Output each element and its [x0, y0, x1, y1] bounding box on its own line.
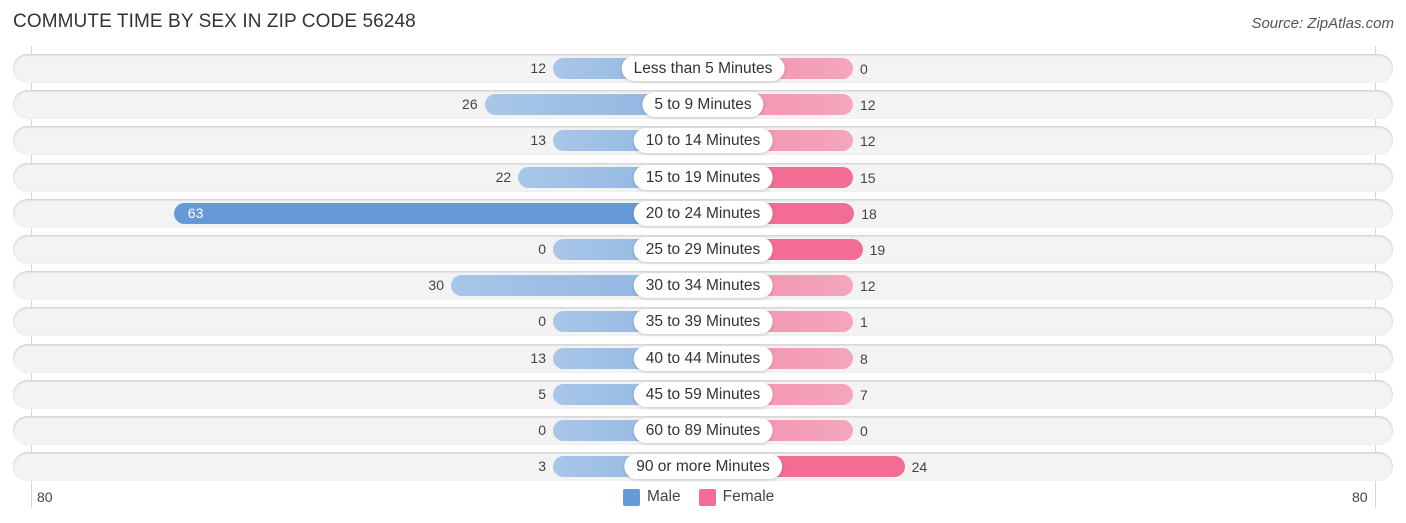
value-label-female: 7 — [860, 386, 868, 403]
value-label-female: 12 — [860, 97, 876, 114]
value-label-female: 24 — [911, 459, 928, 476]
bar-male[interactable] — [173, 202, 703, 224]
category-label: 20 to 24 Minutes — [633, 200, 773, 226]
value-label-female: 18 — [861, 205, 877, 222]
value-label-male: 30 — [428, 277, 444, 294]
value-label-male: 12 — [530, 60, 546, 76]
value-label-male: 5 — [538, 385, 546, 402]
category-label: 90 or more Minutes — [624, 454, 782, 480]
value-label-female: 8 — [860, 350, 868, 367]
source-label: Source: ZipAtlas.com — [1251, 15, 1394, 32]
chart-title: COMMUTE TIME BY SEX IN ZIP CODE 56248 — [13, 11, 416, 32]
value-label-female: 1 — [860, 314, 868, 331]
value-label-female: 19 — [869, 242, 886, 258]
category-label: 45 to 59 Minutes — [633, 381, 773, 407]
value-label-male: 26 — [462, 96, 478, 113]
value-label-male: 0 — [538, 313, 546, 330]
legend-swatch-female — [698, 488, 716, 506]
legend-label-male: Male — [647, 488, 681, 505]
category-label: 5 to 9 Minutes — [642, 92, 764, 118]
value-label-female: 15 — [860, 169, 876, 186]
category-label: 40 to 44 Minutes — [633, 345, 773, 371]
value-label-male: 22 — [495, 168, 512, 185]
value-label-male: 0 — [538, 422, 546, 438]
category-label: Less than 5 Minutes — [621, 56, 785, 81]
value-label-male: 13 — [530, 349, 546, 366]
category-label: 30 to 34 Minutes — [633, 273, 773, 299]
legend-label-female: Female — [722, 488, 775, 505]
legend-item-male[interactable]: Male — [623, 488, 681, 506]
legend-swatch-male — [623, 488, 640, 506]
value-label-male: 3 — [538, 458, 546, 475]
category-label: 15 to 19 Minutes — [633, 164, 773, 190]
value-label-female: 12 — [860, 278, 876, 295]
value-label-male: 63 — [187, 204, 204, 221]
legend-item-female[interactable]: Female — [698, 488, 775, 506]
value-label-male: 0 — [538, 241, 546, 257]
value-label-female: 0 — [860, 61, 868, 77]
category-label: 25 to 29 Minutes — [633, 237, 773, 262]
category-label: 10 to 14 Minutes — [633, 128, 773, 154]
category-label: 60 to 89 Minutes — [633, 418, 773, 443]
value-label-female: 0 — [860, 423, 868, 439]
x-tick-left: 80 — [37, 489, 53, 505]
legend: Male Female — [623, 488, 792, 506]
value-label-female: 12 — [860, 133, 876, 150]
category-label: 35 to 39 Minutes — [633, 309, 773, 335]
x-tick-right: 80 — [1352, 489, 1368, 505]
value-label-male: 13 — [530, 132, 546, 149]
